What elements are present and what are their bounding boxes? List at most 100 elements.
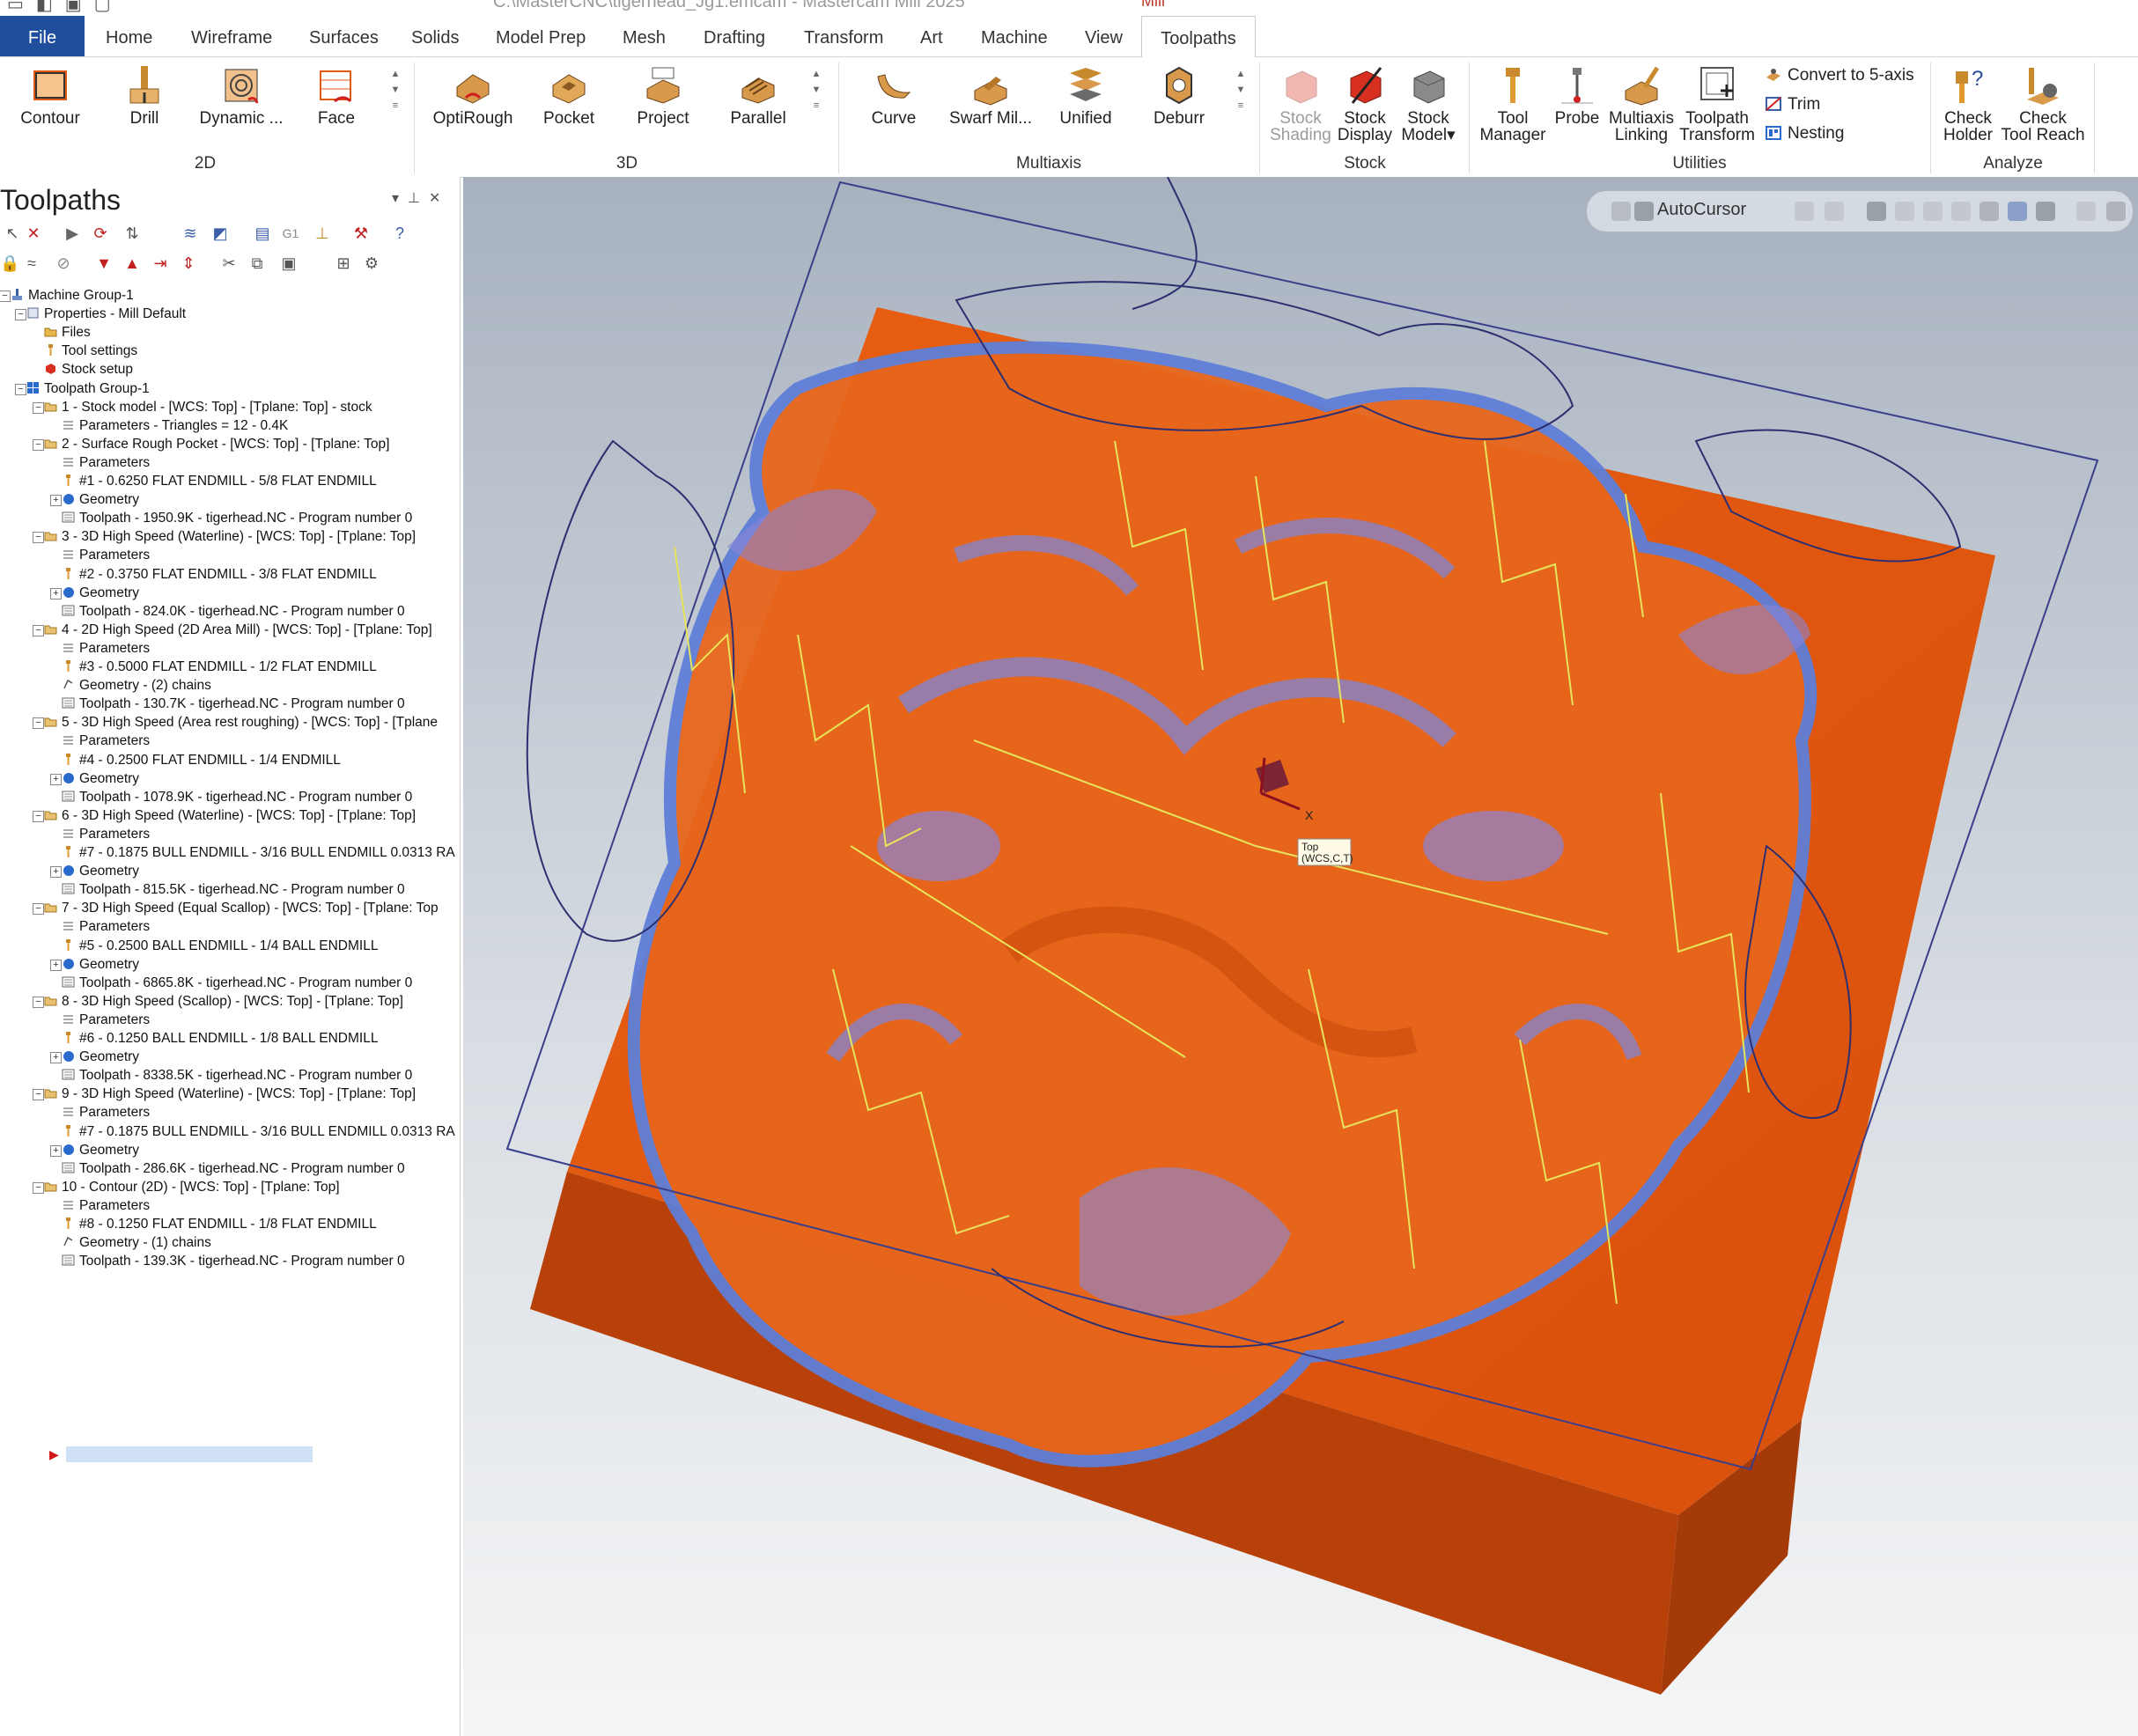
simulate-icon[interactable]: ▤ xyxy=(254,224,271,242)
options-icon[interactable]: ⚙ xyxy=(363,254,380,272)
tree-leaf[interactable]: #7 - 0.1875 BULL ENDMILL - 3/16 BULL END… xyxy=(62,1122,455,1141)
tab-surfaces[interactable]: Surfaces xyxy=(309,16,379,56)
optirough-button[interactable]: OptiRough xyxy=(428,64,518,127)
tree-leaf[interactable]: Geometry xyxy=(62,584,139,602)
drill-button[interactable]: Drill xyxy=(109,64,180,127)
tree-leaf[interactable]: #2 - 0.3750 FLAT ENDMILL - 3/8 FLAT ENDM… xyxy=(62,565,377,584)
tree-node[interactable]: Machine Group-1 xyxy=(11,286,134,305)
tree-leaf[interactable]: Parameters xyxy=(62,1103,150,1122)
toggle-icon[interactable]: ▣ xyxy=(280,254,298,272)
tree-node[interactable]: 4 - 2D High Speed (2D Area Mill) - [WCS:… xyxy=(44,621,432,639)
contour-button[interactable]: Contour xyxy=(12,64,88,127)
tree-leaf[interactable]: Toolpath - 1950.9K - tigerhead.NC - Prog… xyxy=(62,509,412,527)
gallery-scroll-2d[interactable]: ▲ ▼ ≡ xyxy=(387,66,403,114)
tree-node[interactable]: 9 - 3D High Speed (Waterline) - [WCS: To… xyxy=(44,1085,416,1103)
tree-leaf[interactable]: Geometry - (1) chains xyxy=(62,1233,211,1252)
tab-mesh[interactable]: Mesh xyxy=(623,16,666,56)
show-selected-icon[interactable]: ⧉ xyxy=(248,254,266,272)
toggle-display-icon[interactable]: ≈ xyxy=(23,254,41,272)
tree-leaf[interactable]: Toolpath - 130.7K - tigerhead.NC - Progr… xyxy=(62,695,405,713)
tree-leaf[interactable]: Geometry xyxy=(62,769,139,788)
insert-position-row[interactable] xyxy=(66,1446,313,1462)
more-icon[interactable] xyxy=(2106,202,2126,221)
tree-leaf[interactable]: Parameters xyxy=(62,732,150,750)
collapse-toggle-icon[interactable]: − xyxy=(15,384,26,395)
tab-toolpaths[interactable]: Toolpaths xyxy=(1141,16,1256,58)
post-selected-icon[interactable]: ⊥ xyxy=(313,224,331,242)
collapse-toggle-icon[interactable]: − xyxy=(15,309,26,320)
close-icon[interactable]: ✕ xyxy=(429,191,449,206)
project-button[interactable]: Project xyxy=(627,64,699,127)
tree-leaf[interactable]: Toolpath - 1078.9K - tigerhead.NC - Prog… xyxy=(62,788,412,806)
tree-leaf[interactable]: #4 - 0.2500 FLAT ENDMILL - 1/4 ENDMILL xyxy=(62,751,341,769)
stock-display-button[interactable]: Stock Display xyxy=(1333,64,1397,143)
tree-node[interactable]: Stock setup xyxy=(44,360,133,379)
tree-leaf[interactable]: Toolpath - 6865.8K - tigerhead.NC - Prog… xyxy=(62,974,412,992)
tree-leaf[interactable]: #6 - 0.1250 BALL ENDMILL - 1/8 BALL ENDM… xyxy=(62,1029,378,1048)
regenerate-dirty-icon[interactable]: ⇅ xyxy=(123,224,141,242)
tab-home[interactable]: Home xyxy=(106,16,152,56)
stock-model-button[interactable]: Stock Model▾ xyxy=(1397,64,1460,143)
tree-leaf[interactable]: Toolpath - 824.0K - tigerhead.NC - Progr… xyxy=(62,602,405,621)
tab-wireframe[interactable]: Wireframe xyxy=(191,16,272,56)
view-icon-4[interactable] xyxy=(1979,202,1999,221)
collapse-toggle-icon[interactable]: − xyxy=(33,811,44,822)
tree-leaf[interactable]: #7 - 0.1875 BULL ENDMILL - 3/16 BULL END… xyxy=(62,843,455,862)
move-down-icon[interactable]: ▼ xyxy=(95,254,113,272)
tool-manager-button[interactable]: Tool Manager xyxy=(1479,64,1546,143)
tree-leaf[interactable]: Geometry xyxy=(62,862,139,880)
deselect-icon[interactable]: ✕ xyxy=(25,224,42,242)
point-icon[interactable] xyxy=(1825,202,1844,221)
swarf-milling-button[interactable]: Swarf Mil... xyxy=(946,64,1036,127)
highfeed-icon[interactable]: ⚒ xyxy=(352,224,370,242)
graphics-viewport[interactable]: X Top (WCS,C,T) AutoCursor xyxy=(463,177,2138,1736)
move-up-icon[interactable]: ▲ xyxy=(123,254,141,272)
tree-node[interactable]: 8 - 3D High Speed (Scallop) - [WCS: Top]… xyxy=(44,992,403,1011)
check-holder-button[interactable]: ? Check Holder xyxy=(1934,64,2002,143)
toggle-posting-icon[interactable]: ⊘ xyxy=(55,254,72,272)
multiaxis-linking-button[interactable]: Multiaxis Linking xyxy=(1606,64,1677,143)
collapse-toggle-icon[interactable]: − xyxy=(33,717,44,729)
grid-icon[interactable] xyxy=(2076,202,2096,221)
expand-toggle-icon[interactable]: + xyxy=(50,960,62,971)
face-button[interactable]: Face xyxy=(303,64,370,127)
pocket-button[interactable]: Pocket xyxy=(534,64,604,127)
tree-leaf[interactable]: Parameters xyxy=(62,825,150,843)
tree-leaf[interactable]: Parameters xyxy=(62,1011,150,1029)
view-icon-3[interactable] xyxy=(1951,202,1971,221)
select-dirty-icon[interactable]: ▶ xyxy=(63,224,81,242)
view-icon-1[interactable] xyxy=(1895,202,1914,221)
shading-icon[interactable] xyxy=(2008,202,2027,221)
lock-icon[interactable] xyxy=(1611,202,1631,221)
tree-leaf[interactable]: Parameters xyxy=(62,1196,150,1215)
panel-menu-icon[interactable]: ▾ xyxy=(392,191,408,206)
collapse-toggle-icon[interactable]: − xyxy=(33,1089,44,1100)
collapse-toggle-icon[interactable]: − xyxy=(0,291,11,302)
tab-drafting[interactable]: Drafting xyxy=(704,16,765,56)
tree-leaf[interactable]: Parameters - Triangles = 12 - 0.4K xyxy=(62,416,288,435)
collapse-toggle-icon[interactable]: − xyxy=(33,1182,44,1194)
regenerate-icon[interactable]: ⟳ xyxy=(92,224,109,242)
tab-file[interactable]: File xyxy=(0,16,85,56)
expand-toggle-icon[interactable]: + xyxy=(50,1145,62,1157)
tree-leaf[interactable]: Parameters xyxy=(62,453,150,472)
tree-node[interactable]: Toolpath Group-1 xyxy=(26,379,150,398)
check-tool-reach-button[interactable]: Check Tool Reach xyxy=(1999,64,2087,143)
tree-leaf[interactable]: #1 - 0.6250 FLAT ENDMILL - 5/8 FLAT ENDM… xyxy=(62,472,377,490)
insert-arrow-icon[interactable]: ▶ xyxy=(49,1447,59,1462)
verify-icon[interactable]: ◩ xyxy=(211,224,229,242)
tree-leaf[interactable]: Geometry xyxy=(62,955,139,974)
tree-leaf[interactable]: Toolpath - 139.3K - tigerhead.NC - Progr… xyxy=(62,1252,405,1270)
view-icon-2[interactable] xyxy=(1923,202,1943,221)
tree-leaf[interactable]: Geometry xyxy=(62,490,139,509)
tree-leaf[interactable]: Toolpath - 815.5K - tigerhead.NC - Progr… xyxy=(62,880,405,899)
filter-icon[interactable] xyxy=(2036,202,2055,221)
tree-node[interactable]: 5 - 3D High Speed (Area rest roughing) -… xyxy=(44,713,438,732)
scroll-icon[interactable]: ✂ xyxy=(220,254,238,272)
stock-shading-button[interactable]: Stock Shading xyxy=(1268,64,1333,143)
toolpath-transform-button[interactable]: Toolpath Transform xyxy=(1677,64,1758,143)
expand-toggle-icon[interactable]: + xyxy=(50,774,62,785)
expand-toggle-icon[interactable]: + xyxy=(50,588,62,600)
curve-button[interactable]: Curve xyxy=(856,64,932,127)
tree-node[interactable]: 1 - Stock model - [WCS: Top] - [Tplane: … xyxy=(44,398,372,416)
